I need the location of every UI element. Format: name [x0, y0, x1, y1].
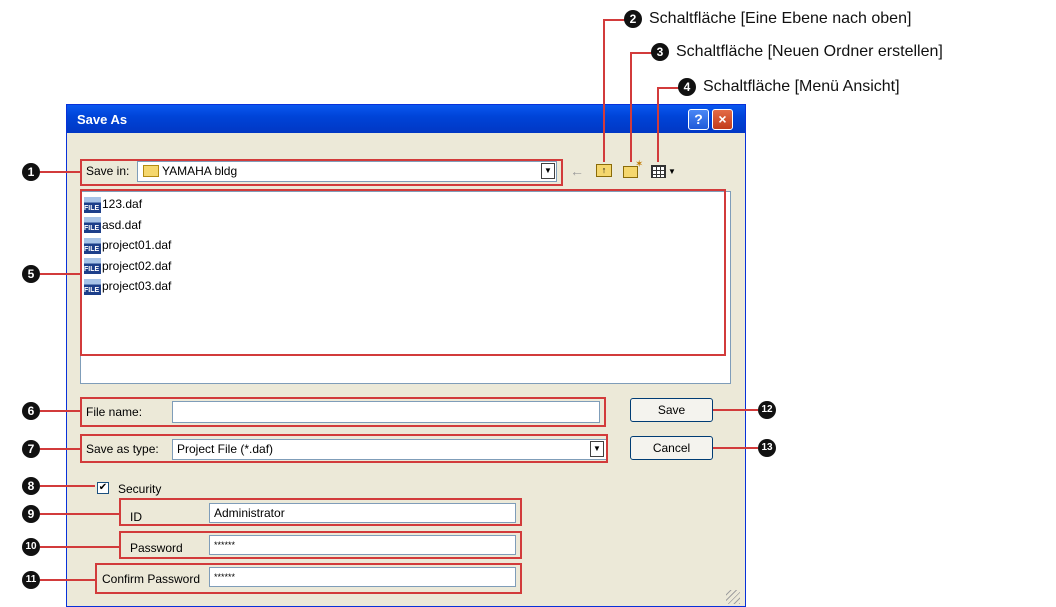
callout-number-4: 4 [678, 78, 696, 96]
leader-line-2-vertical [603, 19, 605, 162]
resize-grip[interactable] [726, 590, 740, 604]
view-menu-chevron-icon: ▼ [668, 167, 676, 176]
security-label: Security [118, 482, 162, 496]
security-checkbox[interactable]: ✔ [97, 482, 109, 494]
dialog-title: Save As [77, 112, 128, 127]
leader-line-7 [40, 448, 80, 450]
callout-number-10: 10 [22, 538, 40, 556]
callout-box-file-list [80, 189, 726, 356]
callout-number-13: 13 [758, 439, 776, 457]
save-button[interactable]: Save [630, 398, 713, 422]
leader-line-6 [40, 410, 80, 412]
title-bar[interactable] [67, 105, 745, 133]
leader-line-5 [40, 273, 80, 275]
new-folder-sparkle-icon: ✶ [635, 159, 644, 170]
callout-number-7: 7 [22, 440, 40, 458]
leader-line-3-vertical [630, 52, 632, 162]
callout-number-9: 9 [22, 505, 40, 523]
callout-box-save-in [80, 159, 563, 186]
annotation-label-3: Schaltfläche [Neuen Ordner erstellen] [676, 43, 943, 60]
annotation-label-2: Schaltfläche [Eine Ebene nach oben] [649, 10, 912, 27]
leader-line-10 [40, 546, 120, 548]
callout-number-12: 12 [758, 401, 776, 419]
leader-line-13 [713, 447, 758, 449]
callout-number-3: 3 [651, 43, 669, 61]
leader-line-8 [40, 485, 95, 487]
help-button[interactable]: ? [688, 109, 709, 130]
back-arrow-icon[interactable]: ← [570, 163, 584, 179]
callout-box-id [119, 498, 522, 526]
callout-box-save-as-type [80, 434, 608, 463]
leader-line-1 [40, 171, 80, 173]
leader-line-3-horizontal [630, 52, 652, 54]
callout-number-11: 11 [22, 571, 40, 589]
callout-box-password [119, 531, 522, 559]
up-one-level-icon[interactable]: ↑ [596, 164, 612, 177]
callout-box-confirm-password [95, 563, 522, 594]
view-menu-icon[interactable] [651, 165, 666, 178]
cancel-button[interactable]: Cancel [630, 436, 713, 460]
leader-line-4-horizontal [657, 87, 679, 89]
leader-line-2-horizontal [603, 19, 625, 21]
close-button[interactable]: × [712, 109, 733, 130]
leader-line-12 [713, 409, 758, 411]
annotation-label-4: Schaltfläche [Menü Ansicht] [703, 78, 900, 95]
callout-number-2: 2 [624, 10, 642, 28]
callout-number-8: 8 [22, 477, 40, 495]
callout-number-6: 6 [22, 402, 40, 420]
leader-line-9 [40, 513, 120, 515]
leader-line-11 [40, 579, 96, 581]
leader-line-4-vertical [657, 87, 659, 162]
callout-number-5: 5 [22, 265, 40, 283]
callout-number-1: 1 [22, 163, 40, 181]
callout-box-file-name [80, 397, 606, 427]
